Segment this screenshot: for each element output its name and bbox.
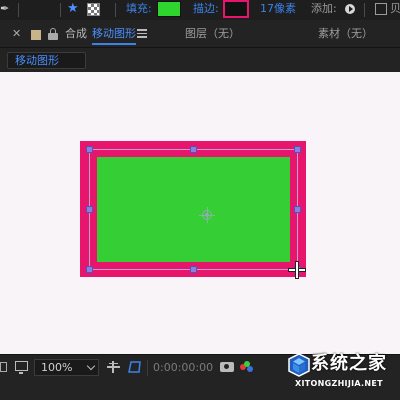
add-play-icon[interactable] (345, 4, 355, 14)
selection-bounding-box (89, 149, 298, 270)
stroke-label[interactable]: 描边: (193, 2, 219, 16)
composition-viewer[interactable] (0, 72, 400, 354)
toolbar-separator (115, 3, 116, 17)
monitor-icon[interactable] (15, 361, 28, 374)
checker-icon[interactable] (87, 3, 100, 16)
anchor-point-icon[interactable] (199, 207, 215, 223)
channel-rgb-icon[interactable] (240, 361, 254, 373)
transform-handle-bottom[interactable] (190, 266, 197, 273)
tab-layer[interactable]: 图层（无） (185, 27, 240, 41)
breadcrumb-item[interactable]: 移动图形 (7, 52, 86, 69)
tab-footage[interactable]: 素材（无） (318, 27, 373, 41)
toolbar-separator (364, 3, 365, 17)
panel-menu-icon[interactable] (137, 28, 147, 38)
shape-toolbar: ✒ ★ 填充: 描边: 17 像素 添加: 贝 (0, 0, 400, 20)
composition-color-label[interactable] (31, 30, 41, 40)
watermark-domain: XITONGZHIJIA.NET (295, 379, 383, 388)
transform-handle-top-left[interactable] (86, 146, 93, 153)
always-preview-icon[interactable] (0, 362, 7, 372)
snapshot-camera-icon[interactable] (220, 362, 234, 372)
close-icon[interactable]: ✕ (12, 27, 21, 41)
mask-path-icon[interactable] (128, 361, 142, 373)
fill-label[interactable]: 填充: (126, 2, 152, 16)
transform-handle-top-right[interactable] (294, 146, 301, 153)
lock-icon[interactable] (48, 28, 58, 40)
stroke-width-unit: 像素 (274, 2, 296, 15)
toolbar-separator (18, 3, 19, 17)
grid-guide-icon[interactable] (107, 361, 120, 373)
watermark-brand: 系统之家 (311, 353, 387, 374)
composition-panel-header: ✕ 合成 移动图形 图层（无） 素材（无） (0, 20, 400, 48)
transform-handle-top[interactable] (190, 146, 197, 153)
footer-separator (147, 360, 148, 376)
option-checkbox-label: 贝 (390, 2, 400, 15)
composition-label: 合成 (65, 27, 87, 40)
transform-handle-right[interactable] (294, 206, 301, 213)
transform-handle-left[interactable] (86, 206, 93, 213)
watermark-logo-icon (288, 353, 310, 377)
fill-color-swatch[interactable] (157, 1, 181, 17)
tab-composition[interactable]: 移动图形 (92, 27, 136, 45)
stroke-width-value[interactable]: 17 (260, 2, 274, 16)
pen-tool-icon[interactable]: ✒ (0, 1, 12, 16)
transform-handle-bottom-left[interactable] (86, 266, 93, 273)
crosshair-cursor-icon (288, 261, 306, 279)
star-icon[interactable]: ★ (67, 1, 81, 17)
current-time-display[interactable]: 0:00:00:00 (153, 360, 213, 376)
stroke-color-swatch[interactable] (223, 0, 249, 18)
breadcrumb: 移动图形 (0, 49, 400, 72)
toolbar-separator (60, 3, 61, 17)
add-label: 添加: (311, 2, 337, 15)
option-checkbox[interactable] (375, 3, 387, 15)
